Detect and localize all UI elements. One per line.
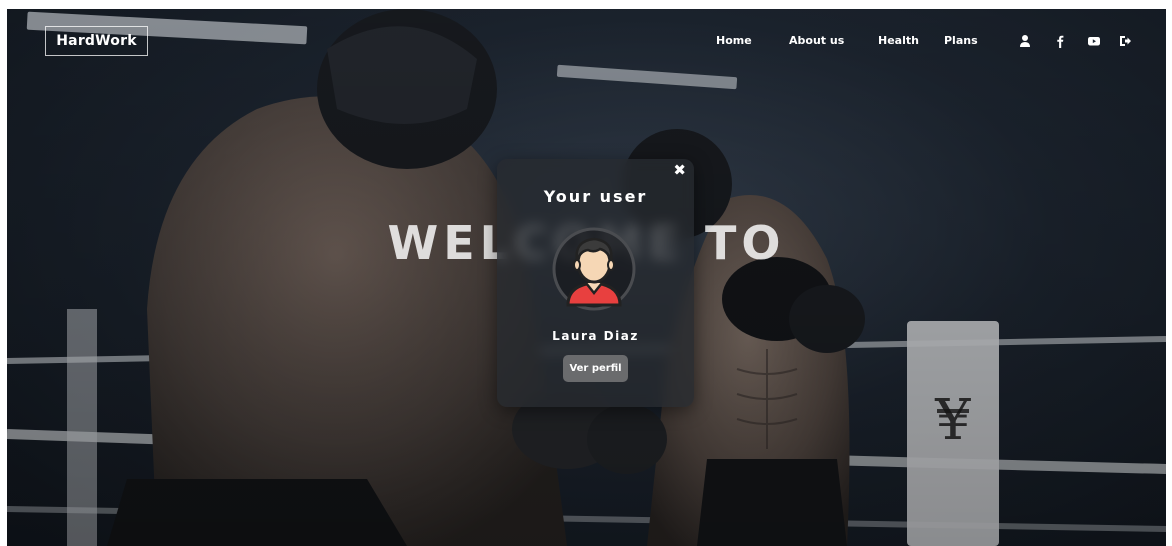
logout-icon[interactable] [1117, 33, 1133, 49]
avatar [552, 227, 636, 311]
user-modal: ✖ Your user Laura Diaz Ver perfil [497, 159, 694, 407]
nav-link-home[interactable]: Home [716, 31, 752, 51]
youtube-icon[interactable] [1086, 33, 1102, 49]
hero-background: ¥ HardWork Home About us Health [7, 9, 1166, 546]
user-name: Laura Diaz [552, 329, 639, 343]
brand-logo[interactable]: HardWork [45, 26, 148, 56]
nav-link-health[interactable]: Health [878, 31, 919, 51]
user-icon[interactable] [1017, 33, 1033, 49]
nav-link-about-us[interactable]: About us [789, 31, 844, 51]
view-profile-button[interactable]: Ver perfil [563, 355, 628, 382]
facebook-icon[interactable] [1052, 33, 1068, 49]
nav-link-plans[interactable]: Plans [944, 31, 978, 51]
modal-title: Your user [543, 187, 648, 206]
close-icon[interactable]: ✖ [673, 162, 686, 178]
